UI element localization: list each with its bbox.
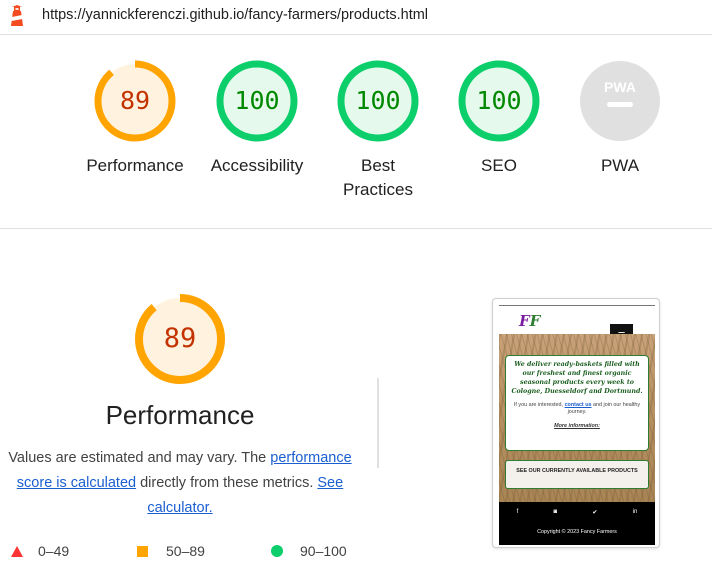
page-preview: FF ≡ We deliver ready-baskets filled wit…	[499, 303, 655, 545]
desc-prefix: Values are estimated and may vary. The	[8, 450, 267, 466]
performance-title: Performance	[105, 400, 255, 430]
gauge-performance[interactable]: 89 Performance	[75, 60, 195, 178]
page-url[interactable]: https://yannickferenczi.github.io/fancy-…	[42, 7, 428, 23]
circle-icon	[271, 545, 283, 557]
logo-letter-1: F	[519, 312, 530, 330]
preview-social-icons: f ◙ ✔ in	[499, 509, 655, 516]
legend-average-range: 50–89	[166, 543, 205, 559]
performance-description: Values are estimated and may vary. The p…	[8, 446, 352, 521]
preview-top-line	[499, 305, 655, 306]
legend-pass: 90–100	[271, 543, 347, 559]
performance-detail-score: 89	[163, 323, 197, 354]
legend-pass-range: 90–100	[300, 543, 347, 559]
logo-letter-2: F	[529, 312, 541, 330]
lighthouse-icon	[11, 5, 23, 26]
contact-link: contact us	[564, 402, 592, 408]
best-practices-score: 100	[355, 86, 401, 115]
seo-score: 100	[476, 86, 522, 115]
legend-average: 50–89	[137, 543, 205, 559]
preview-sub-text: If you are interested, contact us and jo…	[510, 402, 644, 416]
report-header: https://yannickferenczi.github.io/fancy-…	[0, 0, 712, 34]
final-screenshot[interactable]: FF ≡ We deliver ready-baskets filled wit…	[492, 298, 660, 548]
preview-footer: f ◙ ✔ in Copyright © 2023 Fancy Farmers	[499, 502, 655, 545]
preview-lead-text: We deliver ready-baskets filled with our…	[511, 361, 643, 395]
preview-more-info: More information:	[554, 423, 600, 429]
preview-hero: We deliver ready-baskets filled with our…	[499, 334, 655, 502]
seo-label: SEO	[481, 156, 517, 175]
gauge-pwa[interactable]: PWA PWA	[560, 60, 680, 178]
vertical-separator	[377, 378, 379, 468]
twitter-icon: ✔	[592, 510, 598, 516]
pwa-label: PWA	[600, 156, 640, 175]
pwa-badge-text: PWA	[604, 79, 636, 95]
preview-logo: FF	[519, 312, 540, 330]
gauge-best-practices[interactable]: 100 Best Practices	[318, 60, 438, 202]
preview-products-button: SEE OUR CURRENTLY AVAILABLE PRODUCTS	[505, 460, 649, 489]
performance-label: Performance	[86, 156, 184, 175]
desc-middle: directly from these metrics.	[140, 475, 314, 491]
linkedin-icon: in	[632, 509, 638, 515]
facebook-icon: f	[516, 509, 519, 515]
preview-copyright: Copyright © 2023 Fancy Farmers	[537, 529, 617, 535]
best-practices-label: Best Practices	[343, 156, 413, 199]
performance-detail-gauge: 89	[134, 293, 226, 385]
accessibility-score: 100	[234, 86, 280, 115]
sub-prefix: If you are interested,	[513, 402, 564, 408]
gauge-seo[interactable]: 100 SEO	[439, 60, 559, 178]
performance-score: 89	[119, 86, 151, 115]
header-divider	[0, 34, 712, 35]
gauge-accessibility[interactable]: 100 Accessibility	[197, 60, 317, 178]
square-icon	[137, 545, 148, 557]
instagram-icon: ◙	[553, 509, 558, 515]
triangle-icon	[11, 545, 23, 557]
legend-fail-range: 0–49	[38, 543, 70, 559]
accessibility-label: Accessibility	[210, 156, 304, 175]
preview-intro-card: We deliver ready-baskets filled with our…	[505, 355, 649, 451]
gauges-divider	[0, 228, 712, 229]
legend-fail: 0–49	[11, 543, 69, 559]
